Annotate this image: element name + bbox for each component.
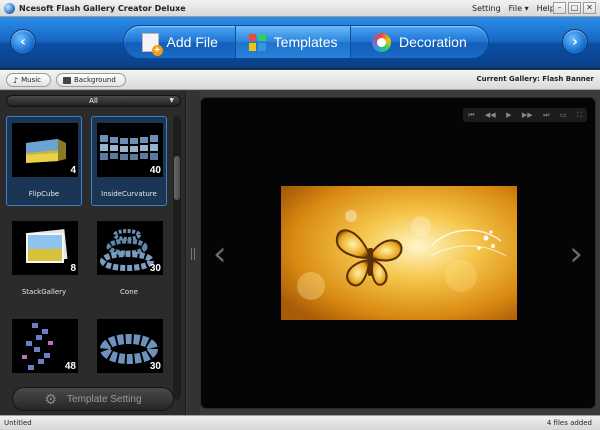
menu-bar: Setting File ▾ Help bbox=[472, 0, 555, 17]
music-label: Music bbox=[21, 76, 42, 84]
filter-value: All bbox=[89, 97, 98, 105]
panel-splitter[interactable] bbox=[187, 91, 200, 415]
add-file-icon bbox=[141, 32, 163, 56]
template-thumbnail: 30 bbox=[97, 319, 163, 373]
last-icon[interactable]: ⏭ bbox=[543, 111, 549, 120]
project-name: Untitled bbox=[4, 419, 32, 427]
previous-step-button[interactable]: ‹ bbox=[10, 29, 36, 55]
background-icon bbox=[63, 76, 71, 84]
chevron-right-icon: › bbox=[572, 34, 578, 50]
template-panel: All ▼ 4 FlipCube 40 InsideCurvature 8 St… bbox=[0, 91, 186, 415]
template-thumbnail: 30 bbox=[97, 221, 163, 275]
options-bar: ♪ Music Background Current Gallery: Flas… bbox=[0, 70, 600, 90]
app-icon bbox=[4, 2, 15, 14]
preview-image bbox=[281, 186, 517, 320]
template-scrollbar[interactable] bbox=[173, 116, 181, 400]
template-item-flipcube[interactable]: 4 FlipCube bbox=[6, 116, 82, 206]
music-note-icon: ♪ bbox=[13, 75, 19, 85]
files-added-count: 4 files added bbox=[546, 419, 592, 427]
menu-file[interactable]: File ▾ bbox=[509, 4, 529, 13]
current-gallery-label: Current Gallery: Flash Banner bbox=[476, 75, 594, 83]
tab-label: Templates bbox=[273, 34, 338, 50]
menu-setting[interactable]: Setting bbox=[472, 4, 501, 13]
background-label: Background bbox=[74, 76, 116, 84]
chevron-down-icon: ▼ bbox=[169, 97, 174, 104]
templates-icon bbox=[248, 33, 266, 51]
tab-templates[interactable]: Templates bbox=[235, 26, 351, 58]
template-thumbnail: 8 bbox=[12, 221, 78, 275]
forward-icon[interactable]: ▶▶ bbox=[522, 111, 533, 119]
tab-decoration[interactable]: Decoration bbox=[351, 26, 488, 58]
step-tabs: Add File Templates Decoration bbox=[123, 25, 489, 59]
music-button[interactable]: ♪ Music bbox=[6, 73, 51, 87]
template-filter-dropdown[interactable]: All ▼ bbox=[6, 95, 181, 107]
chevron-left-icon: ‹ bbox=[20, 34, 26, 50]
template-thumbnail: 4 bbox=[12, 123, 78, 177]
next-step-button[interactable]: › bbox=[562, 29, 588, 55]
status-bar: Untitled 4 files added bbox=[0, 415, 600, 430]
template-item-insidecurvature[interactable]: 40 InsideCurvature bbox=[91, 116, 167, 206]
tab-add-file[interactable]: Add File bbox=[124, 26, 235, 58]
rewind-icon[interactable]: ◀◀ bbox=[485, 111, 496, 119]
tab-label: Decoration bbox=[399, 34, 467, 50]
template-count-badge: 30 bbox=[149, 361, 161, 372]
template-thumbnail: 40 bbox=[97, 123, 163, 177]
scrollbar-thumb[interactable] bbox=[174, 156, 180, 200]
decoration-icon bbox=[372, 32, 392, 52]
play-icon[interactable]: ▶ bbox=[506, 111, 511, 119]
tab-label: Add File bbox=[166, 34, 218, 50]
title-bar: Ncesoft Flash Gallery Creator Deluxe Set… bbox=[0, 0, 600, 17]
template-item-cone[interactable]: 30 Cone bbox=[91, 214, 167, 304]
preview-area: ⏮ ◀◀ ▶ ▶▶ ⏭ ▭ ⛶ ‹ › bbox=[200, 97, 596, 409]
first-icon[interactable]: ⏮ bbox=[468, 111, 474, 120]
fullscreen-icon[interactable]: ⛶ bbox=[577, 111, 582, 120]
preview-next-button[interactable]: › bbox=[569, 234, 583, 274]
window-controls: – □ ✕ bbox=[553, 2, 596, 14]
template-count-badge: 30 bbox=[149, 263, 161, 274]
minimize-button[interactable]: – bbox=[553, 2, 566, 14]
template-count-badge: 8 bbox=[70, 263, 76, 274]
template-name: StackGallery bbox=[21, 288, 67, 296]
template-item-stackgallery[interactable]: 8 StackGallery bbox=[6, 214, 82, 304]
template-grid: 4 FlipCube 40 InsideCurvature 8 StackGal… bbox=[6, 116, 170, 400]
maximize-button[interactable]: □ bbox=[568, 2, 581, 14]
template-name: Cone bbox=[120, 288, 138, 296]
template-setting-label: Template Setting bbox=[67, 393, 142, 405]
template-count-badge: 4 bbox=[70, 165, 76, 176]
template-thumbnail: 48 bbox=[12, 319, 78, 373]
template-count-badge: 40 bbox=[149, 165, 161, 176]
background-button[interactable]: Background bbox=[56, 73, 126, 87]
template-setting-button[interactable]: ⚙ Template Setting bbox=[12, 387, 174, 411]
close-button[interactable]: ✕ bbox=[583, 2, 596, 14]
template-name: FlipCube bbox=[28, 190, 60, 198]
preview-prev-button[interactable]: ‹ bbox=[213, 234, 227, 274]
template-name: InsideCurvature bbox=[101, 190, 157, 198]
splitter-grip[interactable] bbox=[191, 248, 195, 260]
gear-icon: ⚙ bbox=[44, 390, 58, 407]
template-count-badge: 48 bbox=[64, 361, 76, 372]
window-icon[interactable]: ▭ bbox=[560, 111, 567, 119]
playback-controls: ⏮ ◀◀ ▶ ▶▶ ⏭ ▭ ⛶ bbox=[463, 108, 587, 122]
main-toolbar: ‹ Add File Templates Decoration › bbox=[0, 17, 600, 69]
window-title: Ncesoft Flash Gallery Creator Deluxe bbox=[19, 3, 186, 13]
